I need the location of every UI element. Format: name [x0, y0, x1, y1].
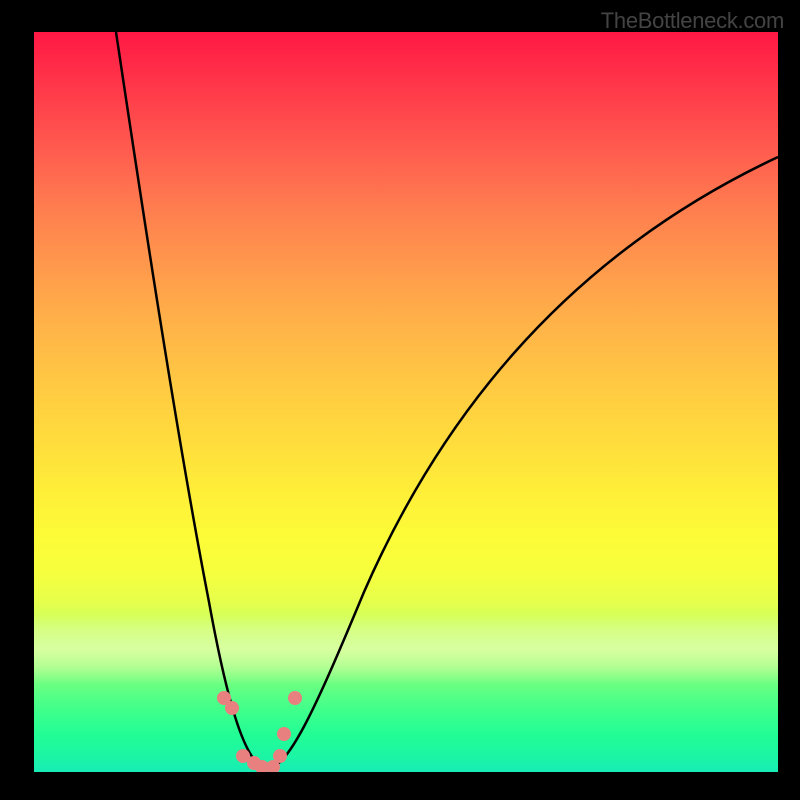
- left-curve-path: [116, 32, 266, 770]
- right-curve-path: [266, 157, 778, 770]
- chart-curves: [34, 32, 778, 772]
- watermark-text: TheBottleneck.com: [601, 8, 784, 34]
- chart-area: [34, 32, 778, 772]
- scatter-point: [273, 749, 287, 763]
- scatter-point: [277, 727, 291, 741]
- scatter-point: [225, 701, 239, 715]
- chart-container: TheBottleneck.com: [0, 0, 800, 800]
- scatter-point: [288, 691, 302, 705]
